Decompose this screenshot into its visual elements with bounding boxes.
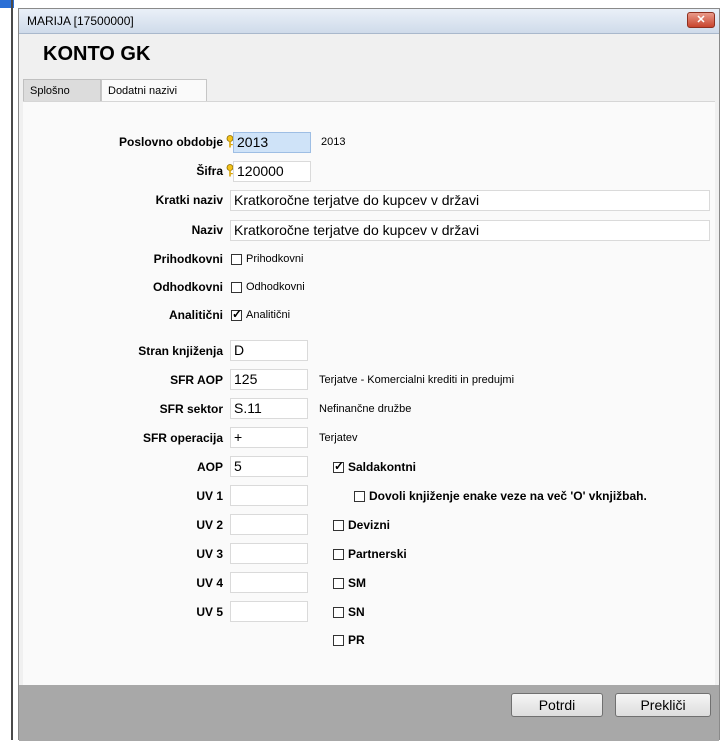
analiticni-checkbox[interactable] <box>231 307 242 321</box>
sfr-aop-note: Terjatve - Komercialni krediti in preduj… <box>319 374 515 386</box>
stran-knjizenja-label: Stran knjiženja <box>138 344 223 358</box>
sm-checkbox[interactable] <box>333 578 344 589</box>
title-bar: MARIJA [17500000] ✕ <box>19 9 719 34</box>
odhodkovni-checkbox-label: Odhodkovni <box>246 281 305 293</box>
naziv-label: Naziv <box>191 223 223 237</box>
sm-label: SM <box>348 576 366 590</box>
sifra-input[interactable]: 120000 <box>233 161 311 182</box>
background-divider <box>11 0 13 740</box>
uv4-label: UV 4 <box>196 576 223 590</box>
sfr-sektor-input[interactable]: S.11 <box>230 398 308 419</box>
form-panel: Poslovno obdobje 2013 2013 Šifra 120000 … <box>23 101 715 686</box>
dialog-footer: Potrdi Prekliči <box>19 685 719 741</box>
preklici-button[interactable]: Prekliči <box>615 693 711 717</box>
sfr-sektor-note: Nefinančne družbe <box>319 403 412 415</box>
analiticni-label: Analitični <box>168 308 223 322</box>
window-title: MARIJA [17500000] <box>27 14 134 28</box>
partnerski-label: Partnerski <box>348 547 407 561</box>
sfr-operacija-label: SFR operacija <box>142 431 223 445</box>
uv2-input[interactable] <box>230 514 308 535</box>
uv3-input[interactable] <box>230 543 308 564</box>
poslovno-obdobje-note: 2013 <box>321 136 346 148</box>
sfr-aop-label: SFR AOP <box>170 373 223 387</box>
close-icon: ✕ <box>696 14 706 26</box>
prihodkovni-checkbox-label: Prihodkovni <box>246 253 304 265</box>
kratki-naziv-label: Kratki naziv <box>155 193 223 207</box>
uv2-label: UV 2 <box>196 518 223 532</box>
sn-label: SN <box>348 605 365 619</box>
aop-label: AOP <box>196 460 223 474</box>
tab-dodatni-nazivi[interactable]: Dodatni nazivi <box>101 79 207 101</box>
uv5-label: UV 5 <box>196 605 223 619</box>
page-title: KONTO GK <box>43 43 151 65</box>
devizni-checkbox[interactable] <box>333 520 344 531</box>
poslovno-obdobje-input[interactable]: 2013 <box>233 132 311 153</box>
sfr-sektor-label: SFR sektor <box>159 402 223 416</box>
uv1-input[interactable] <box>230 485 308 506</box>
sfr-operacija-input[interactable]: + <box>230 427 308 448</box>
uv1-label: UV 1 <box>196 489 223 503</box>
close-button[interactable]: ✕ <box>687 12 715 28</box>
stran-knjizenja-input[interactable]: D <box>230 340 308 361</box>
dovoli-label: Dovoli knjiženje enake veze na več 'O' v… <box>369 489 647 503</box>
odhodkovni-label: Odhodkovni <box>153 280 223 294</box>
kratki-naziv-input[interactable]: Kratkoročne terjatve do kupcev v državi <box>230 190 710 211</box>
aop-input[interactable]: 5 <box>230 456 308 477</box>
sfr-aop-input[interactable]: 125 <box>230 369 308 390</box>
uv5-input[interactable] <box>230 601 308 622</box>
analiticni-checkbox-label: Analitični <box>246 309 291 321</box>
poslovno-obdobje-label: Poslovno obdobje <box>119 135 223 149</box>
naziv-input[interactable]: Kratkoročne terjatve do kupcev v državi <box>230 220 710 241</box>
tab-splosno[interactable]: Splošno <box>23 79 101 101</box>
potrdi-button[interactable]: Potrdi <box>511 693 603 717</box>
pr-checkbox[interactable] <box>333 635 344 646</box>
sn-checkbox[interactable] <box>333 607 344 618</box>
sifra-label: Šifra <box>196 164 223 178</box>
prihodkovni-checkbox[interactable] <box>231 254 242 265</box>
dialog-window: MARIJA [17500000] ✕ KONTO GK Splošno Dod… <box>18 8 720 741</box>
sfr-operacija-note: Terjatev <box>319 432 358 444</box>
partnerski-checkbox[interactable] <box>333 549 344 560</box>
uv4-input[interactable] <box>230 572 308 593</box>
pr-label: PR <box>348 633 365 647</box>
uv3-label: UV 3 <box>196 547 223 561</box>
prihodkovni-label: Prihodkovni <box>153 252 223 266</box>
saldakontni-label: Saldakontni <box>348 460 417 474</box>
dovoli-checkbox[interactable] <box>354 491 365 502</box>
saldakontni-checkbox[interactable] <box>333 459 344 473</box>
odhodkovni-checkbox[interactable] <box>231 282 242 293</box>
devizni-label: Devizni <box>348 518 391 532</box>
background-edge <box>0 0 14 740</box>
